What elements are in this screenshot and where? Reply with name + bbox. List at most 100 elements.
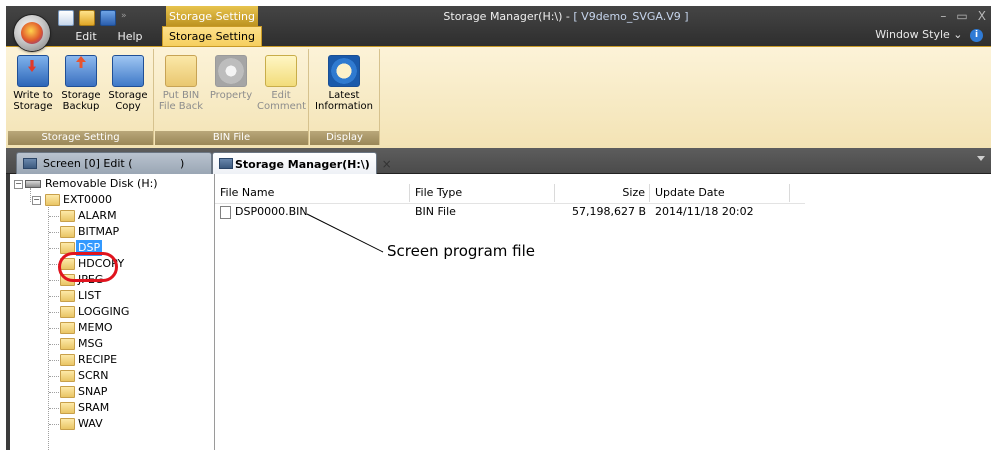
tree-connector bbox=[49, 296, 59, 297]
tree-item-label: SCRN bbox=[78, 369, 109, 382]
folder-icon bbox=[60, 354, 75, 366]
screen-icon bbox=[23, 158, 37, 169]
tree-item-label: MSG bbox=[78, 337, 103, 350]
collapse-icon[interactable]: − bbox=[32, 196, 41, 205]
tab-list-dropdown-icon[interactable] bbox=[977, 156, 985, 161]
storage-backup-icon bbox=[65, 55, 97, 87]
tree-connector bbox=[49, 216, 59, 217]
folder-icon bbox=[60, 338, 75, 350]
button-label: Information bbox=[315, 101, 373, 112]
tree-item-label: RECIPE bbox=[78, 353, 118, 366]
tree-item-label: LOGGING bbox=[78, 305, 130, 318]
window-title-file: [ V9demo_SVGA.V9 ] bbox=[573, 10, 689, 23]
tab-storage-manager[interactable]: Storage Manager(H:\) × bbox=[212, 152, 392, 174]
tab-screen-edit[interactable]: Screen [0] Edit ( ) bbox=[16, 152, 212, 174]
latest-information-button[interactable]: Latest Information bbox=[312, 51, 376, 112]
folder-icon bbox=[60, 402, 75, 414]
write-to-storage-icon bbox=[17, 55, 49, 87]
tab-label-paren: ) bbox=[179, 157, 185, 170]
tree-connector bbox=[49, 392, 59, 393]
edit-comment-button[interactable]: Edit Comment bbox=[257, 51, 306, 112]
button-label: Storage bbox=[61, 90, 101, 101]
tree-connector bbox=[49, 232, 59, 233]
tree-connector bbox=[49, 328, 59, 329]
app-window: » Storage Setting Storage Manager(H:\) -… bbox=[6, 6, 991, 450]
refresh-icon bbox=[328, 55, 360, 87]
storage-backup-button[interactable]: Storage Backup bbox=[58, 51, 104, 112]
close-tab-icon[interactable]: × bbox=[382, 157, 392, 171]
button-label: Backup bbox=[62, 101, 100, 112]
window-style-menu[interactable]: Window Style ⌄ i bbox=[875, 28, 983, 42]
group-bin-file: Put BIN File Back Property Edit Comment … bbox=[155, 49, 309, 145]
open-folder-icon[interactable] bbox=[79, 10, 95, 26]
tree-item-label: MEMO bbox=[78, 321, 113, 334]
folder-icon bbox=[60, 418, 75, 430]
button-label: Edit bbox=[271, 90, 291, 101]
folder-icon bbox=[60, 322, 75, 334]
tab-help[interactable]: Help bbox=[110, 28, 150, 46]
comment-icon bbox=[265, 55, 297, 87]
tree-connector bbox=[49, 344, 59, 345]
tree-connector bbox=[49, 248, 59, 249]
button-label: Property bbox=[209, 90, 253, 101]
storage-copy-icon bbox=[112, 55, 144, 87]
disk-icon bbox=[25, 180, 41, 188]
chevron-down-icon: ⌄ bbox=[953, 28, 963, 41]
window-controls: – ▭ X bbox=[935, 6, 991, 28]
button-label: Put BIN bbox=[162, 90, 200, 101]
tab-storage-setting[interactable]: Storage Setting bbox=[162, 26, 262, 46]
window-style-label: Window Style bbox=[875, 28, 950, 41]
tree-connector bbox=[49, 312, 59, 313]
tab-label: Screen [0] Edit ( bbox=[43, 157, 133, 170]
property-button[interactable]: Property bbox=[207, 51, 255, 101]
callout-screen-program-file: Screen program file bbox=[387, 242, 535, 260]
tree-item-label: WAV bbox=[78, 417, 103, 430]
collapse-icon[interactable]: − bbox=[14, 180, 23, 189]
window-title: Storage Manager(H:\) - [ V9demo_SVGA.V9 … bbox=[306, 6, 826, 28]
dsp-highlight-ring bbox=[58, 252, 118, 282]
maximize-button[interactable]: ▭ bbox=[951, 6, 972, 28]
tree-connector bbox=[49, 360, 59, 361]
quick-access-toolbar: » bbox=[58, 10, 127, 26]
save-icon[interactable] bbox=[100, 10, 116, 26]
window-title-app: Storage Manager(H:\) - bbox=[443, 10, 574, 23]
file-list: File Name File Type Size Update Date DSP… bbox=[215, 174, 991, 450]
folder-tree: − Removable Disk (H:) − EXT0000 ALARM BIT… bbox=[10, 174, 215, 450]
button-label: Latest bbox=[328, 90, 360, 101]
minimize-button[interactable]: – bbox=[935, 6, 951, 28]
file-update-date: 2014/11/18 20:02 bbox=[655, 205, 754, 218]
close-button[interactable]: X bbox=[973, 6, 991, 28]
write-to-storage-button[interactable]: Write to Storage bbox=[10, 51, 56, 112]
tree-connector bbox=[49, 280, 59, 281]
button-label: Comment bbox=[257, 101, 306, 112]
tree-item-label: SRAM bbox=[78, 401, 110, 414]
folder-icon bbox=[60, 290, 75, 302]
tree-item-label: LIST bbox=[78, 289, 102, 302]
help-icon[interactable]: i bbox=[970, 28, 983, 42]
tree-item-label: SNAP bbox=[78, 385, 108, 398]
group-label: Display bbox=[310, 131, 379, 145]
group-storage-setting: Write to Storage Storage Backup Storage … bbox=[8, 49, 154, 145]
tab-edit[interactable]: Edit bbox=[64, 28, 108, 46]
folder-icon bbox=[165, 55, 197, 87]
customize-toolbar-icon[interactable]: » bbox=[121, 11, 127, 25]
folder-icon bbox=[60, 226, 75, 238]
storage-copy-button[interactable]: Storage Copy bbox=[106, 51, 150, 112]
folder-icon bbox=[60, 370, 75, 382]
put-bin-file-back-button[interactable]: Put BIN File Back bbox=[157, 51, 205, 112]
column-header-update-date[interactable]: Update Date bbox=[650, 184, 790, 202]
app-logo-icon bbox=[21, 22, 43, 44]
group-display: Latest Information Display bbox=[310, 49, 380, 145]
button-label: Storage bbox=[13, 101, 53, 112]
tree-item-label: EXT0000 bbox=[63, 193, 113, 206]
tree-item-label: ALARM bbox=[78, 209, 117, 222]
column-header-size[interactable]: Size bbox=[555, 184, 650, 202]
file-size: 57,198,627 B bbox=[571, 205, 646, 218]
new-file-icon[interactable] bbox=[58, 10, 74, 26]
context-tab-title: Storage Setting bbox=[166, 6, 258, 28]
application-menu-button[interactable] bbox=[14, 15, 50, 51]
folder-icon bbox=[60, 210, 75, 222]
storage-manager-icon bbox=[219, 158, 233, 169]
tree-connector bbox=[49, 408, 59, 409]
folder-icon bbox=[60, 306, 75, 318]
